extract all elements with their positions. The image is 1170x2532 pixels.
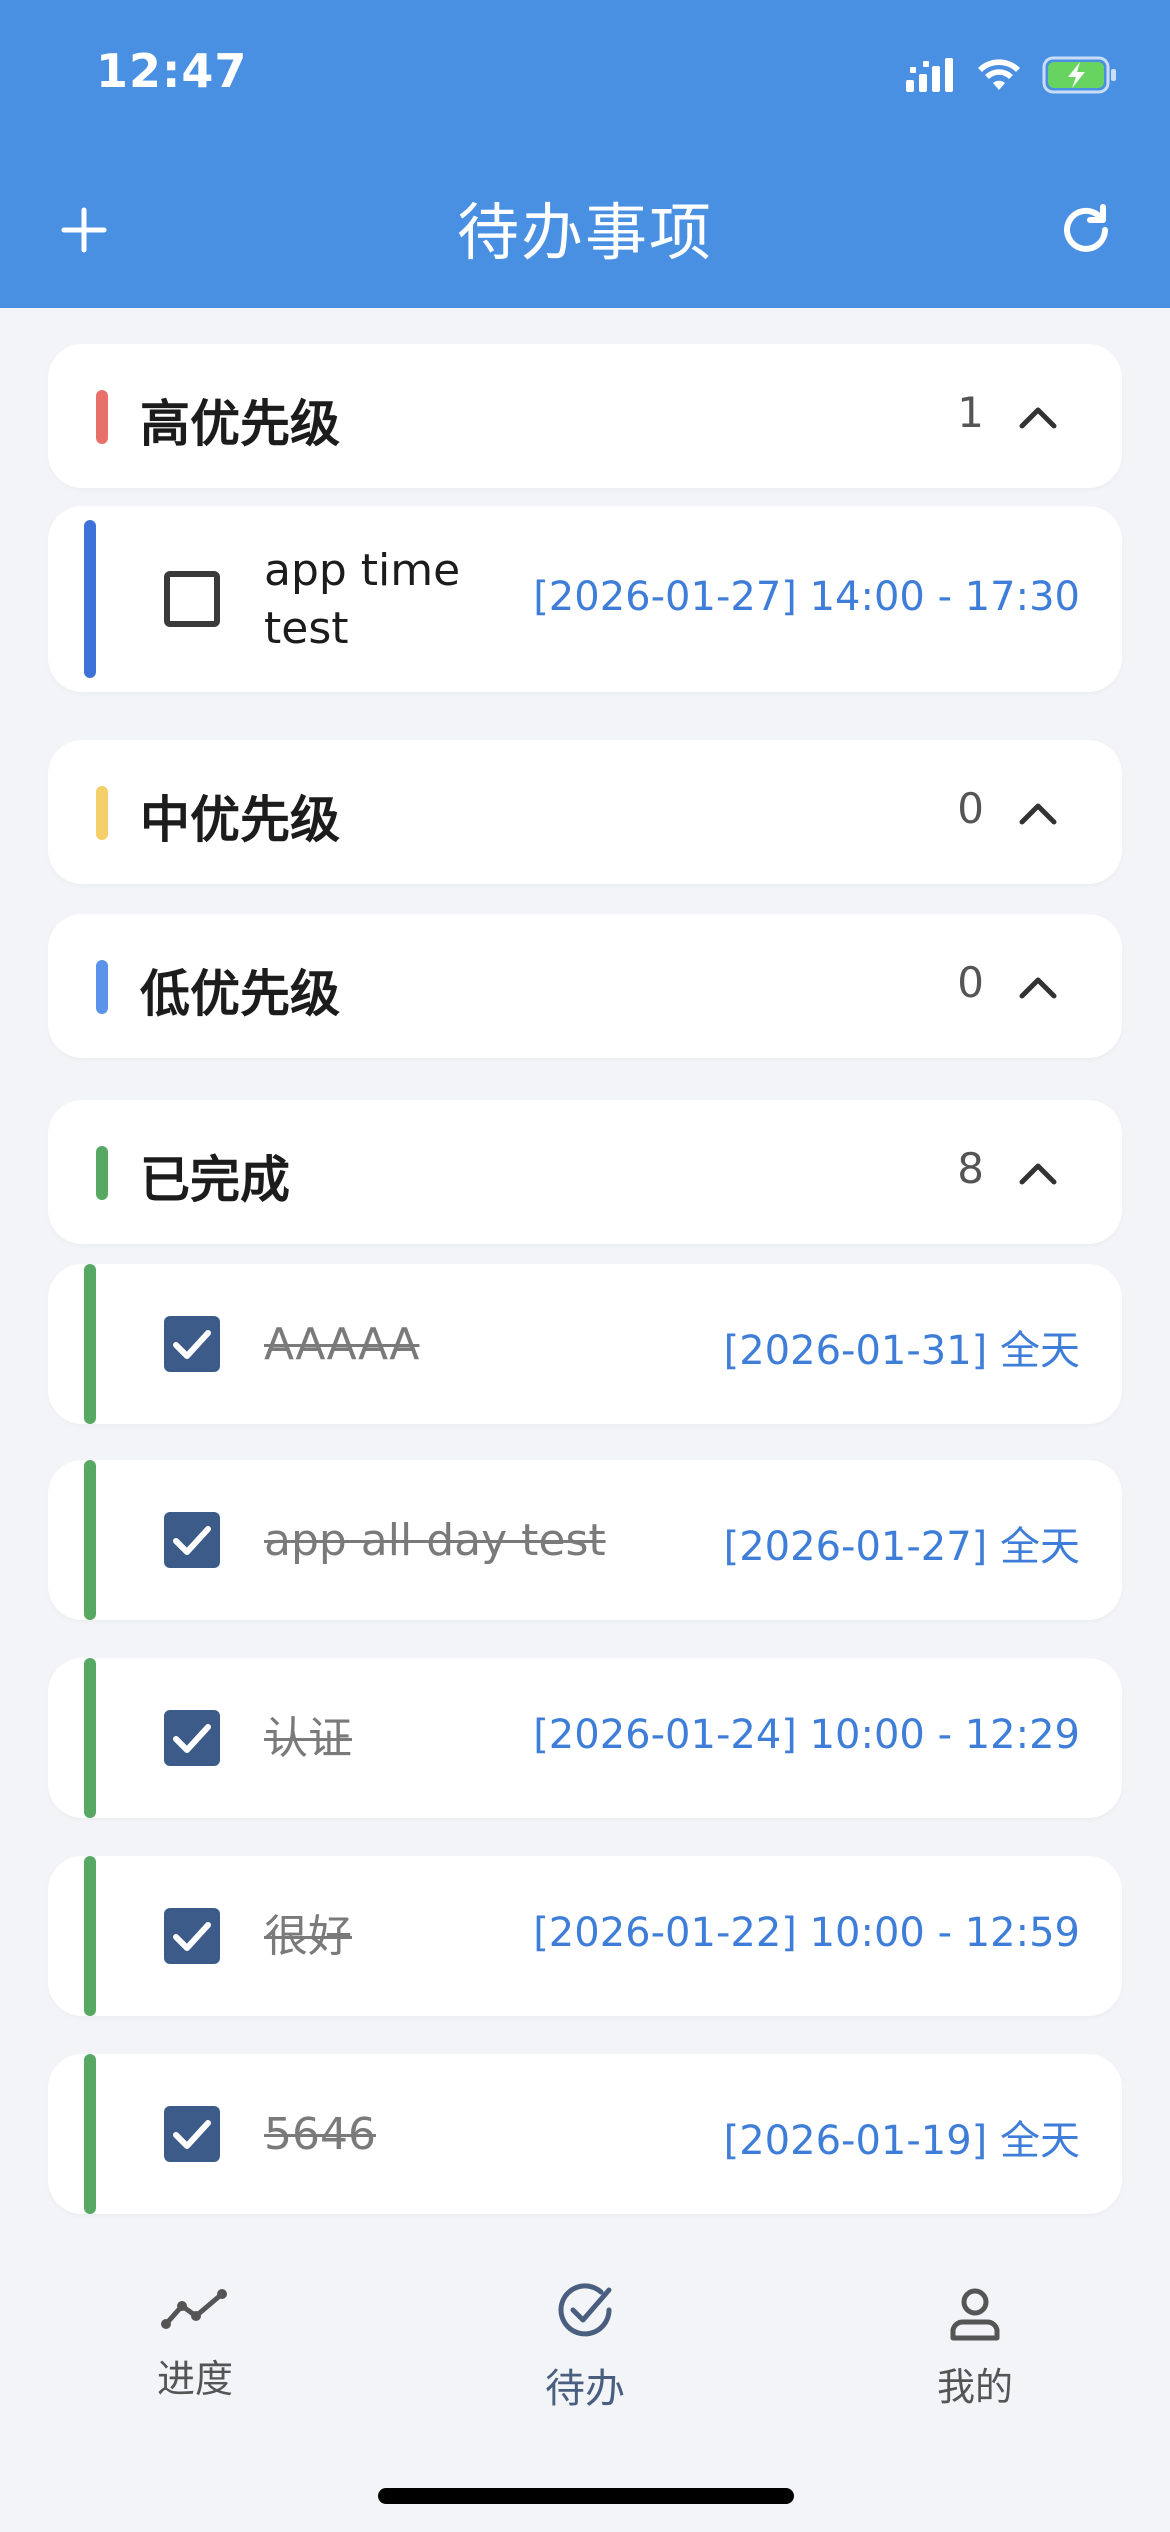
- section-title: 已完成: [140, 1151, 290, 1209]
- completed-task-item[interactable]: AAAAA [2026-01-31] 全天: [48, 1264, 1122, 1424]
- section-high-priority[interactable]: 高优先级 1: [48, 344, 1122, 488]
- check-circle-icon: [558, 2283, 612, 2337]
- completed-task-item[interactable]: 认证 [2026-01-24] 10:00 - 12:29: [48, 1658, 1122, 1818]
- task-date: [2026-01-22] 10:00 - 12:59: [533, 1910, 1080, 1956]
- task-date: [2026-01-27] 全天: [723, 1524, 1080, 1570]
- task-color-bar: [84, 1856, 96, 2016]
- priority-color-bar: [96, 786, 108, 840]
- task-checkbox[interactable]: [164, 1316, 220, 1372]
- task-name: app time test: [264, 542, 460, 658]
- task-name: AAAAA: [264, 1319, 420, 1370]
- task-color-bar: [84, 1460, 96, 1620]
- task-name-line2: test: [264, 603, 349, 654]
- checkmark-icon: [173, 2120, 211, 2149]
- chevron-up-icon[interactable]: [1016, 396, 1060, 436]
- signal-icon: [906, 58, 953, 92]
- task-name: 5646: [264, 2109, 376, 2160]
- task-checkbox[interactable]: [164, 1512, 220, 1568]
- status-icons: [906, 50, 1118, 100]
- section-completed[interactable]: 已完成 8: [48, 1100, 1122, 1244]
- task-date: [2026-01-24] 10:00 - 12:29: [533, 1712, 1080, 1758]
- header: 12:47 待办事项: [0, 0, 1170, 308]
- task-checkbox[interactable]: [164, 571, 220, 627]
- todo-list[interactable]: 高优先级 1 app time test [2026-01-27] 14:00 …: [0, 308, 1170, 2250]
- task-color-bar: [84, 2054, 96, 2214]
- task-color-bar: [84, 1264, 96, 1424]
- section-medium-priority[interactable]: 中优先级 0: [48, 740, 1122, 884]
- completed-task-item[interactable]: app all day test [2026-01-27] 全天: [48, 1460, 1122, 1620]
- checkmark-icon: [173, 1724, 211, 1753]
- task-checkbox[interactable]: [164, 2106, 220, 2162]
- profile-icon: [950, 2288, 1000, 2341]
- nav-progress[interactable]: 进度: [95, 2286, 295, 2403]
- section-count: 8: [957, 1144, 984, 1193]
- task-color-bar: [84, 1658, 96, 1818]
- priority-color-bar: [96, 390, 108, 444]
- refresh-button[interactable]: [1046, 190, 1126, 270]
- priority-color-bar: [96, 960, 108, 1014]
- task-name: 认证: [264, 1713, 352, 1764]
- chevron-up-icon[interactable]: [1016, 1152, 1060, 1192]
- chevron-up-icon[interactable]: [1016, 792, 1060, 832]
- task-checkbox[interactable]: [164, 1710, 220, 1766]
- nav-label: 待办: [545, 2366, 625, 2412]
- section-count: 1: [957, 388, 984, 437]
- page-title: 待办事项: [456, 196, 713, 269]
- home-indicator: [378, 2488, 794, 2504]
- task-name: app all day test: [264, 1515, 606, 1566]
- progress-chart-icon: [161, 2289, 227, 2329]
- app-root: 12:47 待办事项 高优先级 1 app time test [2026-01…: [0, 0, 1170, 2532]
- task-checkbox[interactable]: [164, 1908, 220, 1964]
- nav-label: 进度: [156, 2357, 233, 2401]
- section-count: 0: [957, 784, 984, 833]
- wifi-icon: [978, 59, 1020, 90]
- chevron-up-icon[interactable]: [1016, 966, 1060, 1006]
- task-date: [2026-01-19] 全天: [723, 2118, 1080, 2164]
- nav-profile[interactable]: 我的: [875, 2286, 1075, 2411]
- nav-todo[interactable]: 待办: [485, 2278, 685, 2414]
- completed-task-item[interactable]: 很好 [2026-01-22] 10:00 - 12:59: [48, 1856, 1122, 2016]
- task-name: 很好: [264, 1911, 352, 1962]
- status-time: 12:47: [96, 44, 248, 98]
- section-title: 高优先级: [140, 395, 340, 453]
- task-name-line1: app time: [264, 545, 461, 596]
- task-item[interactable]: app time test [2026-01-27] 14:00 - 17:30: [48, 506, 1122, 692]
- priority-color-bar: [96, 1146, 108, 1200]
- refresh-icon: [1064, 204, 1108, 252]
- task-color-bar: [84, 520, 96, 678]
- section-count: 0: [957, 958, 984, 1007]
- checkmark-icon: [173, 1330, 211, 1359]
- section-title: 低优先级: [140, 965, 340, 1023]
- task-date: [2026-01-27] 14:00 - 17:30: [533, 574, 1080, 620]
- section-low-priority[interactable]: 低优先级 0: [48, 914, 1122, 1058]
- nav-label: 我的: [936, 2365, 1013, 2409]
- completed-task-item[interactable]: 5646 [2026-01-19] 全天: [48, 2054, 1122, 2214]
- checkmark-icon: [173, 1526, 211, 1555]
- task-date: [2026-01-31] 全天: [723, 1328, 1080, 1374]
- checkmark-icon: [173, 1922, 211, 1951]
- battery-charging-icon: [1042, 56, 1116, 94]
- section-title: 中优先级: [140, 791, 340, 849]
